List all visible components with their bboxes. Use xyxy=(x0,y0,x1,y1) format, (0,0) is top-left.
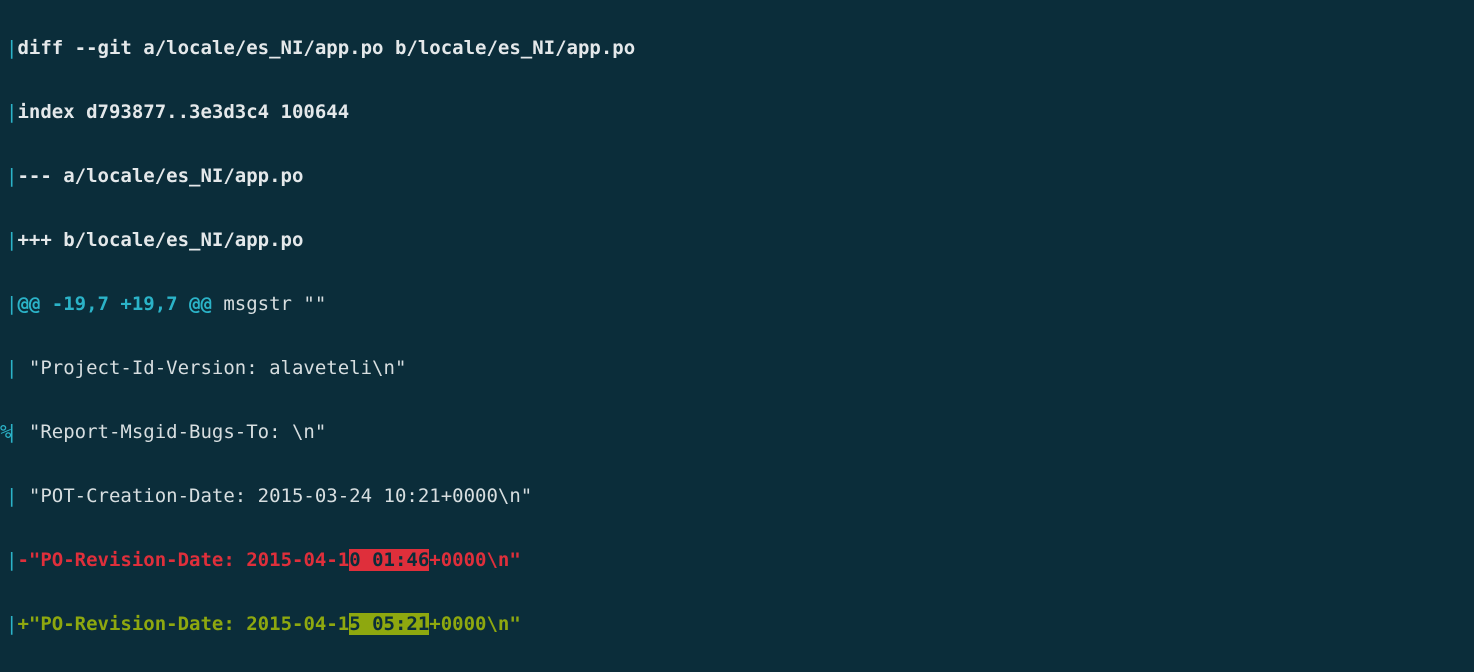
pipe-char: | xyxy=(6,485,17,507)
removed-text: "PO-Revision-Date: 2015-04-1 xyxy=(29,549,349,571)
removed-word-highlight: 0 01:46 xyxy=(349,549,429,571)
old-file-line: |--- a/locale/es_NI/app.po xyxy=(0,160,1474,192)
removed-line: |-"PO-Revision-Date: 2015-04-10 01:46+00… xyxy=(0,544,1474,576)
pipe-char: | xyxy=(6,293,17,315)
diff-header-line: |diff --git a/locale/es_NI/app.po b/loca… xyxy=(0,32,1474,64)
context-line: | "Project-Id-Version: alaveteli\n" xyxy=(0,352,1474,384)
pipe-char: | xyxy=(6,37,17,59)
added-word-highlight: 5 05:21 xyxy=(349,613,429,635)
old-file: --- a/locale/es_NI/app.po xyxy=(17,165,303,187)
plus-sign: + xyxy=(17,613,28,635)
added-line: |+"PO-Revision-Date: 2015-04-15 05:21+00… xyxy=(0,608,1474,640)
pipe-char: | xyxy=(6,357,17,379)
pipe-char: | xyxy=(6,101,17,123)
minus-sign: - xyxy=(17,549,28,571)
added-text: "PO-Revision-Date: 2015-04-1 xyxy=(29,613,349,635)
pipe-char: | xyxy=(6,229,17,251)
pipe-char: | xyxy=(6,549,17,571)
index-text: index d793877..3e3d3c4 100644 xyxy=(17,101,349,123)
new-file-line: |+++ b/locale/es_NI/app.po xyxy=(0,224,1474,256)
pipe-char: | xyxy=(6,165,17,187)
new-file: +++ b/locale/es_NI/app.po xyxy=(17,229,303,251)
terminal-output: |diff --git a/locale/es_NI/app.po b/loca… xyxy=(0,0,1474,672)
pipe-char: | xyxy=(6,613,17,635)
pipe-char: | xyxy=(6,421,17,443)
context-text: "Report-Msgid-Bugs-To: \n" xyxy=(17,421,326,443)
diff-header: diff --git a/locale/es_NI/app.po b/local… xyxy=(17,37,635,59)
context-text: "POT-Creation-Date: 2015-03-24 10:21+000… xyxy=(17,485,532,507)
added-text: +0000\n" xyxy=(429,613,521,635)
context-line: | "POT-Creation-Date: 2015-03-24 10:21+0… xyxy=(0,480,1474,512)
index-line: |index d793877..3e3d3c4 100644 xyxy=(0,96,1474,128)
hunk-range: @@ -19,7 +19,7 @@ xyxy=(17,293,211,315)
hunk-context: msgstr "" xyxy=(212,293,326,315)
context-line: %| "Report-Msgid-Bugs-To: \n" xyxy=(0,416,1474,448)
removed-text: +0000\n" xyxy=(429,549,521,571)
context-text: "Project-Id-Version: alaveteli\n" xyxy=(17,357,406,379)
hunk-header-line: |@@ -19,7 +19,7 @@ msgstr "" xyxy=(0,288,1474,320)
